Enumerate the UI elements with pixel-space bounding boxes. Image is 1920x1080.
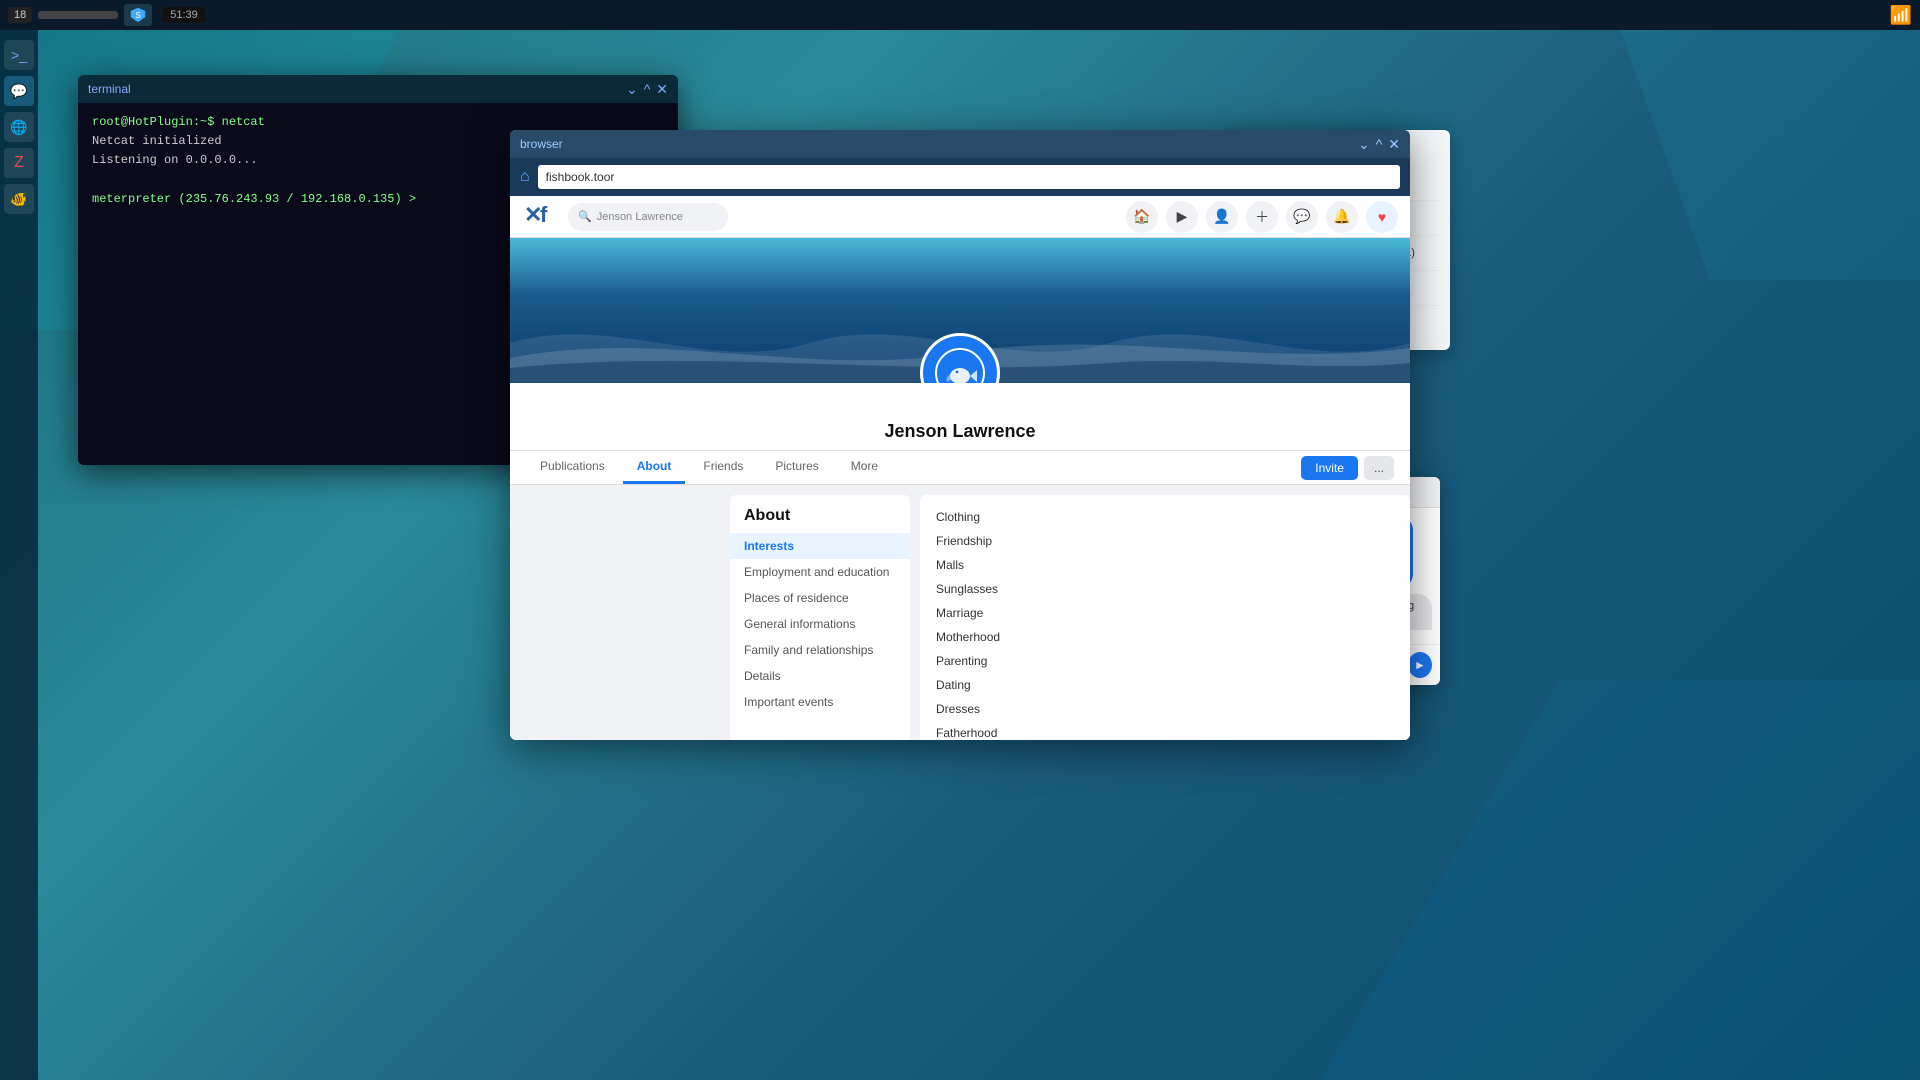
about-nav-places[interactable]: Places of residence <box>730 585 910 611</box>
about-panel-title: About <box>730 495 910 533</box>
shield-icon: S <box>130 7 146 23</box>
profile-cover <box>510 238 1410 383</box>
profile-body: About Interests Employment and education… <box>510 485 1410 740</box>
terminal-output-1: Netcat initialized <box>92 134 222 148</box>
terminal-titlebar: terminal ⌄ ^ ✕ <box>78 75 678 103</box>
tab-friends[interactable]: Friends <box>689 451 757 484</box>
tab-publications[interactable]: Publications <box>526 451 619 484</box>
sidebar-item-chat[interactable]: 💬 <box>4 76 34 106</box>
invite-button[interactable]: Invite <box>1301 456 1358 480</box>
taskbar-app-icon[interactable]: S <box>124 4 152 26</box>
fb-nav-icons: 🏠 ▶ 👤 ＋ 💬 🔔 ♥ <box>1126 201 1398 233</box>
about-nav-details[interactable]: Details <box>730 663 910 689</box>
fb-search-bar[interactable]: 🔍 Jenson Lawrence <box>568 203 728 231</box>
terminal-maximize-btn[interactable]: ^ <box>644 82 651 96</box>
svg-text:S: S <box>136 11 141 20</box>
taskbar-number: 18 <box>8 7 32 23</box>
sidebar-item-app1[interactable]: Z <box>4 148 34 178</box>
browser-window-controls: ⌄ ^ ✕ <box>1358 137 1400 151</box>
taskbar: 18 S 51:39 📶 <box>0 0 1920 30</box>
taskbar-progress <box>38 11 118 19</box>
wifi-icon: 📶 <box>1890 5 1912 26</box>
browser-close-btn[interactable]: ✕ <box>1388 137 1400 151</box>
avatar-fish-svg <box>935 348 985 383</box>
globe-icon: 🌐 <box>10 119 27 136</box>
interest-friendship: Friendship <box>936 531 1394 551</box>
fb-profile-btn[interactable]: 👤 <box>1206 201 1238 233</box>
terminal-meterpreter: meterpreter (235.76.243.93 / 192.168.0.1… <box>92 192 416 206</box>
facebook-navbar: ✕ f 🔍 Jenson Lawrence 🏠 ▶ 👤 ＋ 💬 🔔 ♥ <box>510 196 1410 238</box>
fb-heart-btn[interactable]: ♥ <box>1366 201 1398 233</box>
interest-clothing: Clothing <box>936 507 1394 527</box>
svg-text:✕: ✕ <box>524 202 541 227</box>
terminal-prompt-1: root@HotPlugin:~$ netcat <box>92 115 265 129</box>
sidebar-item-terminal[interactable]: >_ <box>4 40 34 70</box>
browser-window: browser ⌄ ^ ✕ ⌂ ✕ f 🔍 Jenson Lawrence 🏠 … <box>510 130 1410 740</box>
interest-dresses: Dresses <box>936 699 1394 719</box>
fb-logo: ✕ f <box>522 200 558 234</box>
about-nav-general[interactable]: General informations <box>730 611 910 637</box>
interests-list: Clothing Friendship Malls Sunglasses Mar… <box>936 507 1394 740</box>
fishbook-logo-svg: ✕ f <box>522 200 558 228</box>
terminal-title: terminal <box>88 82 131 96</box>
fb-search-placeholder: Jenson Lawrence <box>597 211 683 223</box>
terminal-output-2: Listening on 0.0.0.0... <box>92 153 258 167</box>
about-nav-events[interactable]: Important events <box>730 689 910 715</box>
interest-parenting: Parenting <box>936 651 1394 671</box>
interest-sunglasses: Sunglasses <box>936 579 1394 599</box>
chat-icon: 💬 <box>10 83 27 100</box>
tab-pictures[interactable]: Pictures <box>761 451 832 484</box>
bg-decoration-tr <box>1620 30 1920 280</box>
interest-fatherhood: Fatherhood <box>936 723 1394 740</box>
terminal-window-controls: ⌄ ^ ✕ <box>626 82 668 96</box>
browser-home-button[interactable]: ⌂ <box>520 168 530 186</box>
interest-motherhood: Motherhood <box>936 627 1394 647</box>
browser-titlebar: browser ⌄ ^ ✕ <box>510 130 1410 158</box>
taskbar-right: 📶 <box>1890 5 1912 26</box>
browser-toolbar: ⌂ <box>510 158 1410 196</box>
about-nav-employment[interactable]: Employment and education <box>730 559 910 585</box>
app2-icon: 🐠 <box>10 191 27 208</box>
profile-left-spacer <box>510 485 720 740</box>
browser-maximize-btn[interactable]: ^ <box>1376 137 1383 151</box>
profile-name: Jenson Lawrence <box>884 421 1035 442</box>
profile-name-bar: Jenson Lawrence <box>510 383 1410 451</box>
tab-about[interactable]: About <box>623 451 686 484</box>
sidebar-item-app2[interactable]: 🐠 <box>4 184 34 214</box>
about-nav-family[interactable]: Family and relationships <box>730 637 910 663</box>
fb-video-btn[interactable]: ▶ <box>1166 201 1198 233</box>
terminal-minimize-btn[interactable]: ⌄ <box>626 82 638 96</box>
bg-decoration-br <box>1320 680 1920 1080</box>
interest-dating: Dating <box>936 675 1394 695</box>
about-panel: About Interests Employment and education… <box>730 495 910 740</box>
svg-text:f: f <box>540 202 548 227</box>
fb-notifications-btn[interactable]: 🔔 <box>1326 201 1358 233</box>
search-icon: 🔍 <box>578 210 592 223</box>
fb-home-btn[interactable]: 🏠 <box>1126 201 1158 233</box>
taskbar-time: 51:39 <box>162 7 206 23</box>
interests-panel: Clothing Friendship Malls Sunglasses Mar… <box>920 495 1410 740</box>
profile-tabs: Publications About Friends Pictures More… <box>510 451 1410 485</box>
tab-more[interactable]: More <box>837 451 892 484</box>
terminal-icon: >_ <box>11 47 27 63</box>
fb-add-btn[interactable]: ＋ <box>1246 201 1278 233</box>
more-options-button[interactable]: ... <box>1364 456 1394 480</box>
about-nav-interests[interactable]: Interests <box>730 533 910 559</box>
chat-send-button[interactable]: ► <box>1408 652 1432 678</box>
fb-messenger-btn[interactable]: 💬 <box>1286 201 1318 233</box>
interest-malls: Malls <box>936 555 1394 575</box>
app1-icon: Z <box>14 154 24 172</box>
terminal-close-btn[interactable]: ✕ <box>656 82 668 96</box>
sidebar-item-globe[interactable]: 🌐 <box>4 112 34 142</box>
browser-title: browser <box>520 137 563 151</box>
browser-minimize-btn[interactable]: ⌄ <box>1358 137 1370 151</box>
interest-marriage: Marriage <box>936 603 1394 623</box>
left-sidebar: >_ 💬 🌐 Z 🐠 <box>0 30 38 1080</box>
profile-tab-actions: Invite ... <box>1301 456 1394 480</box>
browser-url-input[interactable] <box>538 165 1400 189</box>
taskbar-left: 18 S 51:39 <box>8 4 206 26</box>
